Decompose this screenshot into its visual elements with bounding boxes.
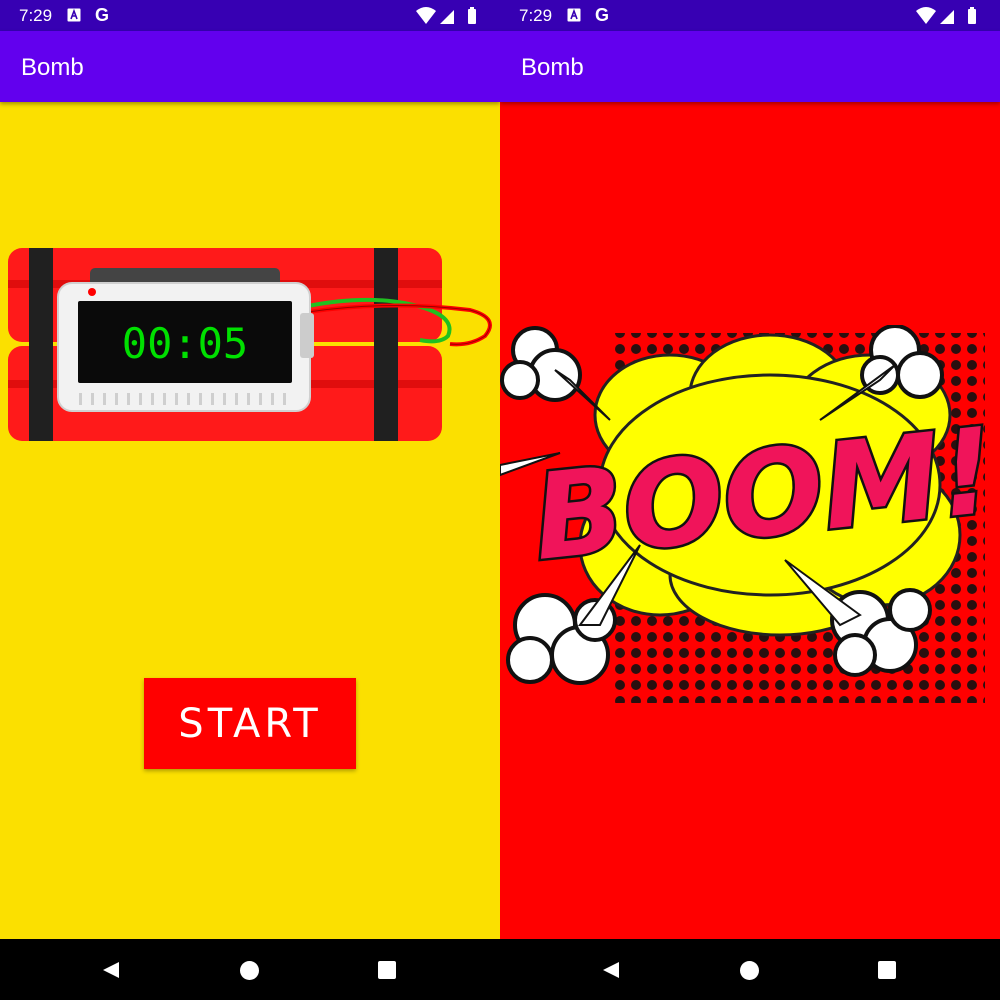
back-icon[interactable] — [601, 960, 621, 980]
google-icon: G — [95, 5, 110, 25]
wifi-icon — [916, 7, 936, 24]
status-bar: 7:29 G — [500, 0, 1000, 31]
boom-explosion-illustration: BOOM! — [500, 325, 1000, 703]
signal-icon — [940, 10, 954, 24]
bomb-exploded-screen: 7:29 G Bomb BOOM! — [500, 0, 1000, 1000]
app-bar: Bomb — [500, 31, 1000, 102]
content-area — [0, 102, 500, 939]
a-notification-icon — [567, 8, 581, 22]
battery-icon — [468, 9, 476, 24]
status-bar: 7:29 G — [0, 0, 500, 31]
bomb-ready-screen: 7:29 G Bomb 00:05 START — [0, 0, 500, 1000]
wifi-icon — [416, 7, 436, 24]
dynamite-bomb-illustration: 00:05 — [8, 248, 492, 441]
recents-icon[interactable] — [878, 961, 896, 979]
app-title: Bomb — [21, 54, 84, 81]
app-bar: Bomb — [0, 31, 500, 102]
signal-icon — [440, 10, 454, 24]
app-title: Bomb — [521, 54, 584, 81]
google-icon: G — [595, 5, 610, 25]
timer-display: 00:05 — [122, 319, 248, 368]
status-time: 7:29 — [19, 6, 53, 25]
home-icon[interactable] — [240, 961, 259, 980]
back-icon[interactable] — [101, 960, 121, 980]
battery-icon — [968, 9, 976, 24]
a-notification-icon — [67, 8, 81, 22]
recents-icon[interactable] — [378, 961, 396, 979]
status-time: 7:29 — [519, 6, 553, 25]
status-icons — [416, 7, 476, 24]
screens: 7:29 G Bomb 00:05 START 7:29 G Bomb BOOM… — [0, 0, 1000, 1000]
home-icon[interactable] — [740, 961, 759, 980]
start-button[interactable]: START — [144, 678, 356, 769]
status-icons — [916, 7, 976, 24]
